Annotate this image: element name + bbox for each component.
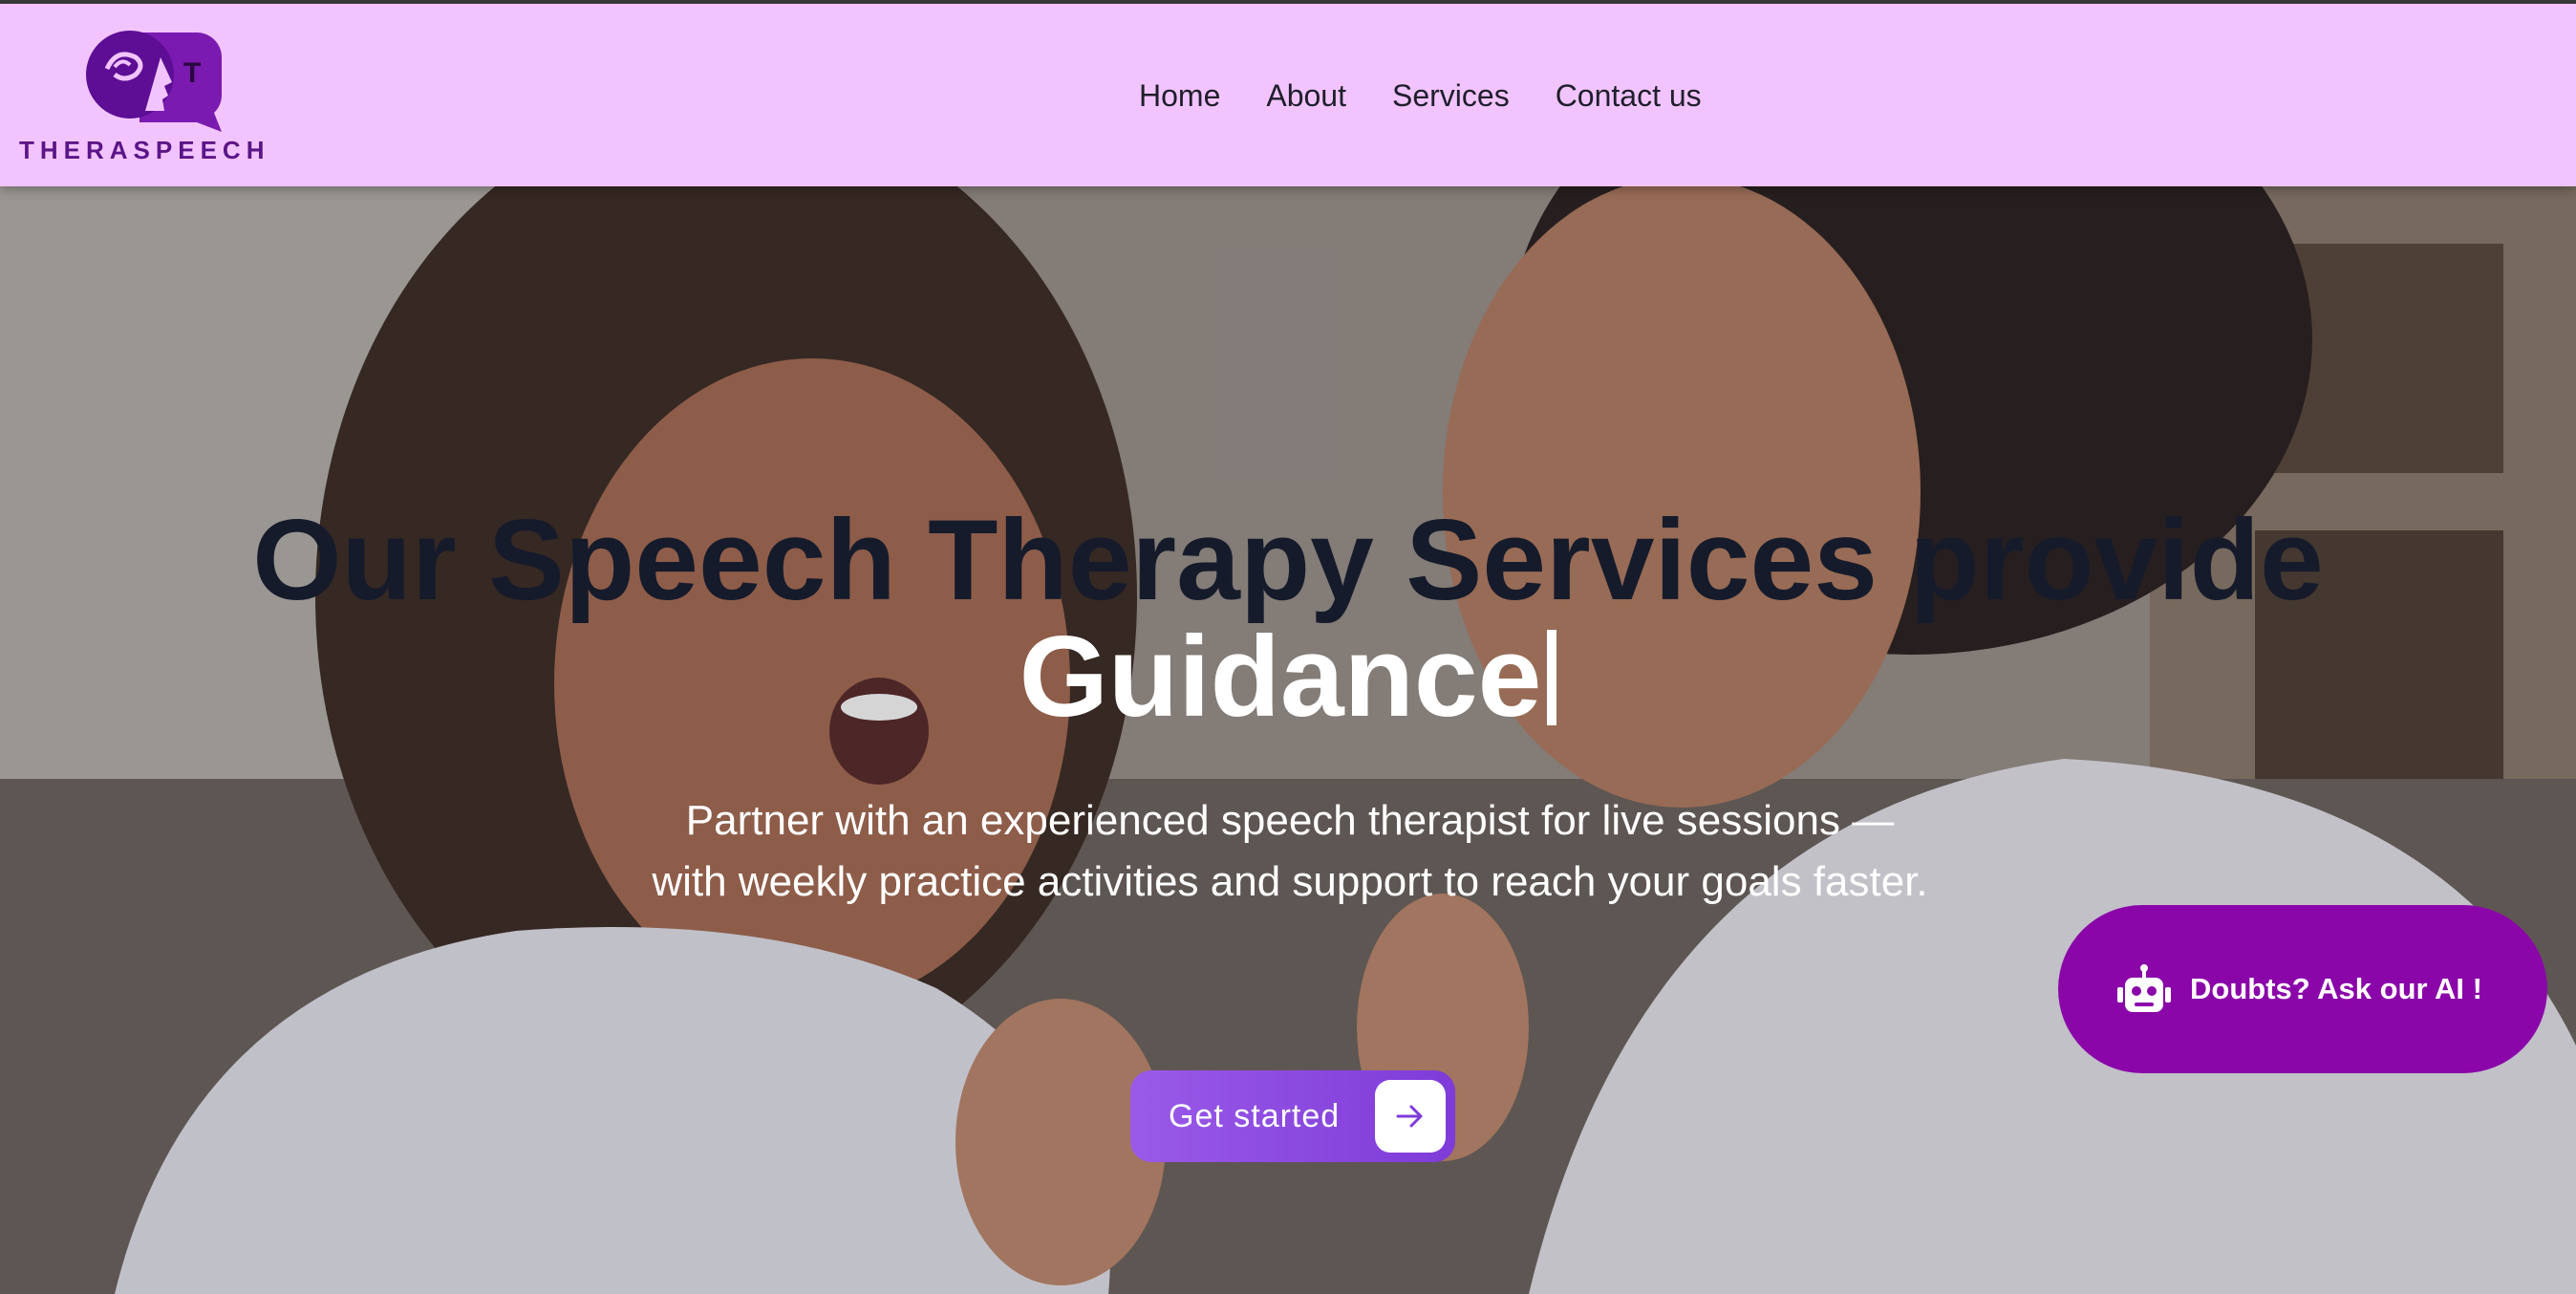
nav-contact[interactable]: Contact us <box>1556 78 1702 114</box>
arrow-right-icon <box>1375 1080 1446 1153</box>
brand-name: THERASPEECH <box>19 136 270 164</box>
nav-about[interactable]: About <box>1266 78 1346 114</box>
ask-ai-button[interactable]: Doubts? Ask our AI ! <box>2058 905 2547 1073</box>
typing-caret <box>1547 630 1557 725</box>
nav-services[interactable]: Services <box>1392 78 1510 114</box>
hero-section: Our Speech Therapy Services provide Guid… <box>0 186 2576 1294</box>
logo-letter: T <box>183 57 201 89</box>
typed-word: Guidance <box>1019 613 1542 741</box>
get-started-label: Get started <box>1169 1097 1341 1134</box>
site-header: T THERASPEECH Home About Services Contac… <box>0 4 2576 186</box>
get-started-button[interactable]: Get started <box>1130 1070 1455 1162</box>
hero-headline: Our Speech Therapy Services provide <box>252 496 2324 624</box>
ask-ai-label: Doubts? Ask our AI ! <box>2190 972 2482 1005</box>
nav-home[interactable]: Home <box>1139 78 1220 114</box>
hero-headline-typed: Guidance <box>0 618 2576 735</box>
logo[interactable]: T THERASPEECH <box>19 29 270 164</box>
logo-icon: T <box>86 31 222 132</box>
main-nav: Home About Services Contact us <box>1139 78 1702 114</box>
hero-subtitle: Partner with an experienced speech thera… <box>652 797 1928 905</box>
robot-icon <box>2117 964 2171 1012</box>
